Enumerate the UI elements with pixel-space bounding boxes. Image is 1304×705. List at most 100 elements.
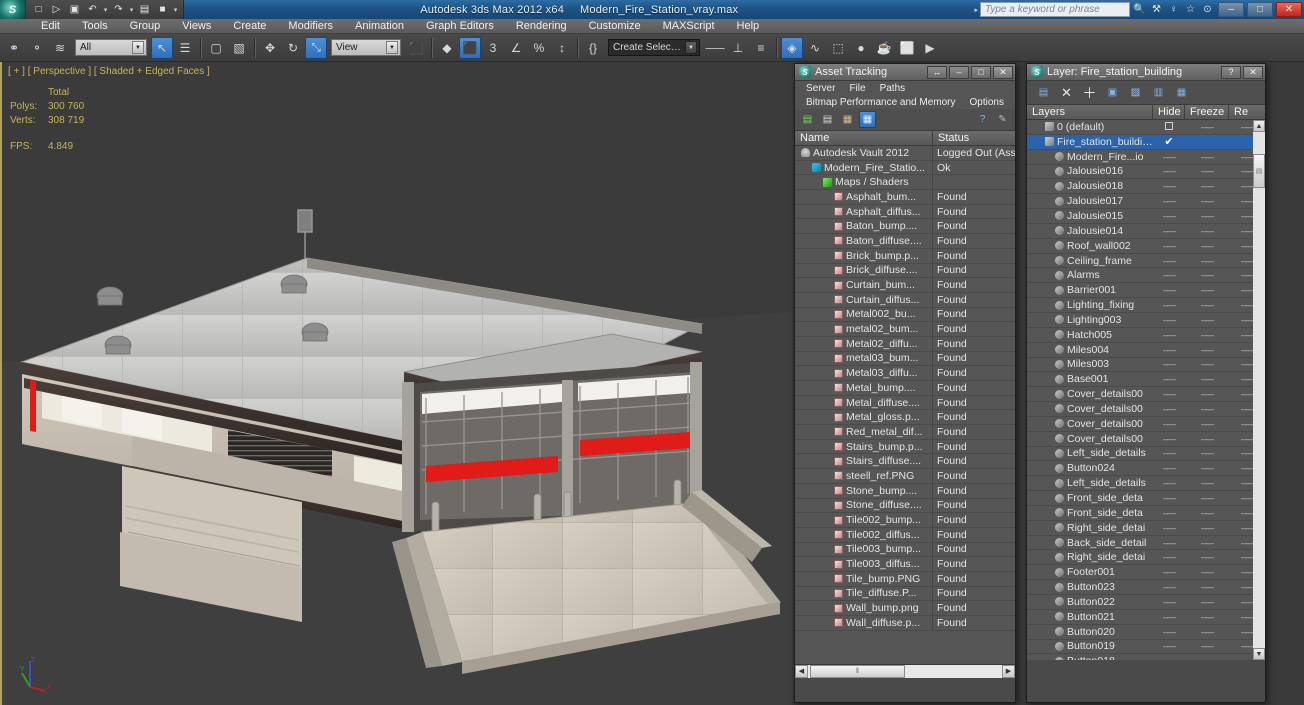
asset-row[interactable]: Autodesk Vault 2012 Logged Out (Asse: [795, 146, 1015, 161]
layer-manager-icon[interactable]: ≡: [750, 37, 772, 59]
minimize-button[interactable]: –: [949, 65, 969, 79]
asset-row[interactable]: Curtain_diffus... Found: [795, 292, 1015, 308]
layer-row[interactable]: Hatch005 ––– ––– –––: [1027, 328, 1265, 343]
asset-row[interactable]: Tile003_bump... Found: [795, 542, 1015, 558]
mirror-icon[interactable]: ⸺: [704, 37, 726, 59]
asset-row[interactable]: Tile_diffuse.P... Found: [795, 586, 1015, 602]
hscroll-thumb[interactable]: ‖: [810, 664, 905, 678]
layer-hide-cell[interactable]: –––: [1153, 388, 1185, 400]
asset-row[interactable]: Brick_diffuse.... Found: [795, 263, 1015, 279]
reference-coordinate-system-dropdown[interactable]: View ▼: [331, 39, 401, 56]
layer-hide-cell[interactable]: ✔: [1153, 135, 1185, 148]
scroll-left-icon[interactable]: ◀: [795, 664, 808, 678]
layer-freeze-cell[interactable]: –––: [1185, 225, 1229, 237]
asset-row[interactable]: Baton_bump.... Found: [795, 219, 1015, 235]
layer-hide-cell[interactable]: –––: [1153, 507, 1185, 519]
column-header-hide[interactable]: Hide: [1153, 105, 1185, 119]
layer-freeze-cell[interactable]: –––: [1185, 388, 1229, 400]
highlight-selected-objects-icon[interactable]: ▨: [1127, 84, 1144, 101]
layer-freeze-cell[interactable]: –––: [1185, 269, 1229, 281]
close-button[interactable]: ✕: [1243, 65, 1263, 79]
scroll-up-icon[interactable]: ▲: [1253, 120, 1265, 132]
layer-row[interactable]: Front_side_deta ––– ––– –––: [1027, 491, 1265, 506]
layer-row[interactable]: Button022 ––– ––– –––: [1027, 595, 1265, 610]
menu-item-group[interactable]: Group: [119, 19, 172, 34]
create-new-layer-icon[interactable]: ▤: [1035, 84, 1052, 101]
layer-hide-cell[interactable]: –––: [1153, 581, 1185, 593]
qat-overflow-icon[interactable]: ▾: [172, 6, 179, 14]
layer-hide-cell[interactable]: –––: [1153, 210, 1185, 222]
select-and-manipulate-icon[interactable]: ◆: [436, 37, 458, 59]
close-button[interactable]: ✕: [993, 65, 1013, 79]
grid-view-icon[interactable]: ▦: [859, 111, 876, 128]
use-pivot-point-center-icon[interactable]: ⬛: [405, 37, 427, 59]
column-header-name[interactable]: Name: [795, 131, 933, 145]
layer-row[interactable]: Roof_wall002 ––– ––– –––: [1027, 239, 1265, 254]
asset-row[interactable]: Wall_diffuse.p... Found: [795, 616, 1015, 631]
layer-row[interactable]: Lighting003 ––– ––– –––: [1027, 313, 1265, 328]
asset-tracking-list[interactable]: Autodesk Vault 2012 Logged Out (Asse Moder…: [795, 146, 1015, 664]
column-header-status[interactable]: Status: [933, 131, 1015, 145]
layer-freeze-cell[interactable]: –––: [1185, 447, 1229, 459]
rectangular-selection-region-icon[interactable]: ▢: [205, 37, 227, 59]
layer-freeze-cell[interactable]: –––: [1185, 314, 1229, 326]
asset-menu-server[interactable]: Server: [799, 83, 842, 94]
chevron-down-icon[interactable]: ▼: [386, 41, 398, 54]
asset-row[interactable]: Modern_Fire_Statio... Ok: [795, 160, 1015, 176]
selection-filter-dropdown[interactable]: All ▼: [75, 39, 147, 56]
menu-item-views[interactable]: Views: [171, 19, 222, 34]
layer-row[interactable]: Miles004 ––– ––– –––: [1027, 343, 1265, 358]
asset-menu-options[interactable]: Options: [963, 97, 1011, 108]
add-selection-to-layer-icon[interactable]: ＋: [1081, 84, 1098, 101]
favorite-star-icon[interactable]: ☆: [1183, 2, 1198, 17]
layer-freeze-cell[interactable]: –––: [1185, 210, 1229, 222]
layer-vertical-scrollbar[interactable]: ▲ ▤ ▼: [1253, 120, 1265, 660]
edit-named-selection-sets-icon[interactable]: {}: [582, 37, 604, 59]
column-header-render[interactable]: Re: [1229, 105, 1265, 119]
schematic-view-icon[interactable]: ⬚: [827, 37, 849, 59]
layer-freeze-cell[interactable]: –––: [1185, 522, 1229, 534]
layer-freeze-cell[interactable]: –––: [1185, 551, 1229, 563]
layer-row[interactable]: Miles003 ––– ––– –––: [1027, 358, 1265, 373]
refresh-icon[interactable]: ▤: [799, 111, 816, 128]
help-button[interactable]: ?: [1221, 65, 1241, 79]
asset-row[interactable]: Red_metal_dif... Found: [795, 425, 1015, 440]
layer-hide-cell[interactable]: –––: [1153, 373, 1185, 385]
snaps-toggle-icon[interactable]: 3: [482, 37, 504, 59]
layer-hide-cell[interactable]: –––: [1153, 195, 1185, 207]
layer-hide-cell[interactable]: –––: [1153, 255, 1185, 267]
hscroll-track[interactable]: ‖: [808, 664, 1002, 678]
layer-row[interactable]: Left_side_details ––– ––– –––: [1027, 447, 1265, 462]
asset-row[interactable]: Stairs_diffuse.... Found: [795, 454, 1015, 470]
select-and-rotate-icon[interactable]: ↻: [282, 37, 304, 59]
layer-row[interactable]: Left_side_details ––– ––– –––: [1027, 476, 1265, 492]
asset-row[interactable]: Tile003_diffus... Found: [795, 557, 1015, 572]
layer-freeze-cell[interactable]: –––: [1185, 373, 1229, 385]
asset-row[interactable]: Tile_bump.PNG Found: [795, 571, 1015, 587]
layer-freeze-cell[interactable]: –––: [1185, 611, 1229, 623]
layer-freeze-cell[interactable]: –––: [1185, 329, 1229, 341]
layer-freeze-cell[interactable]: –––: [1185, 537, 1229, 549]
layer-hide-cell[interactable]: [1153, 121, 1185, 133]
column-header-layers[interactable]: Layers: [1027, 105, 1153, 119]
menu-item-rendering[interactable]: Rendering: [505, 19, 578, 34]
layer-freeze-cell[interactable]: –––: [1185, 566, 1229, 578]
layer-row[interactable]: Barrier001 ––– ––– –––: [1027, 283, 1265, 299]
asset-row[interactable]: Stone_bump.... Found: [795, 483, 1015, 499]
search-input[interactable]: Type a keyword or phrase: [980, 2, 1130, 17]
named-selection-set-dropdown[interactable]: Create Selection Se ▼: [608, 39, 700, 56]
asset-row[interactable]: Maps / Shaders: [795, 175, 1015, 191]
scroll-down-icon[interactable]: ▼: [1253, 648, 1265, 660]
minimize-button[interactable]: –: [1218, 2, 1244, 17]
menu-item-modifiers[interactable]: Modifiers: [277, 19, 344, 34]
select-by-name-icon[interactable]: ☰: [174, 37, 196, 59]
new-scene-icon[interactable]: □: [30, 2, 47, 18]
query-icon[interactable]: ✎: [994, 111, 1011, 128]
asset-row[interactable]: Stone_diffuse.... Found: [795, 498, 1015, 514]
layer-hide-cell[interactable]: –––: [1153, 640, 1185, 652]
layer-freeze-cell[interactable]: –––: [1185, 492, 1229, 504]
menu-item-animation[interactable]: Animation: [344, 19, 415, 34]
maximize-button[interactable]: □: [971, 65, 991, 79]
open-file-icon[interactable]: ▷: [48, 2, 65, 18]
layer-freeze-cell[interactable]: –––: [1185, 640, 1229, 652]
